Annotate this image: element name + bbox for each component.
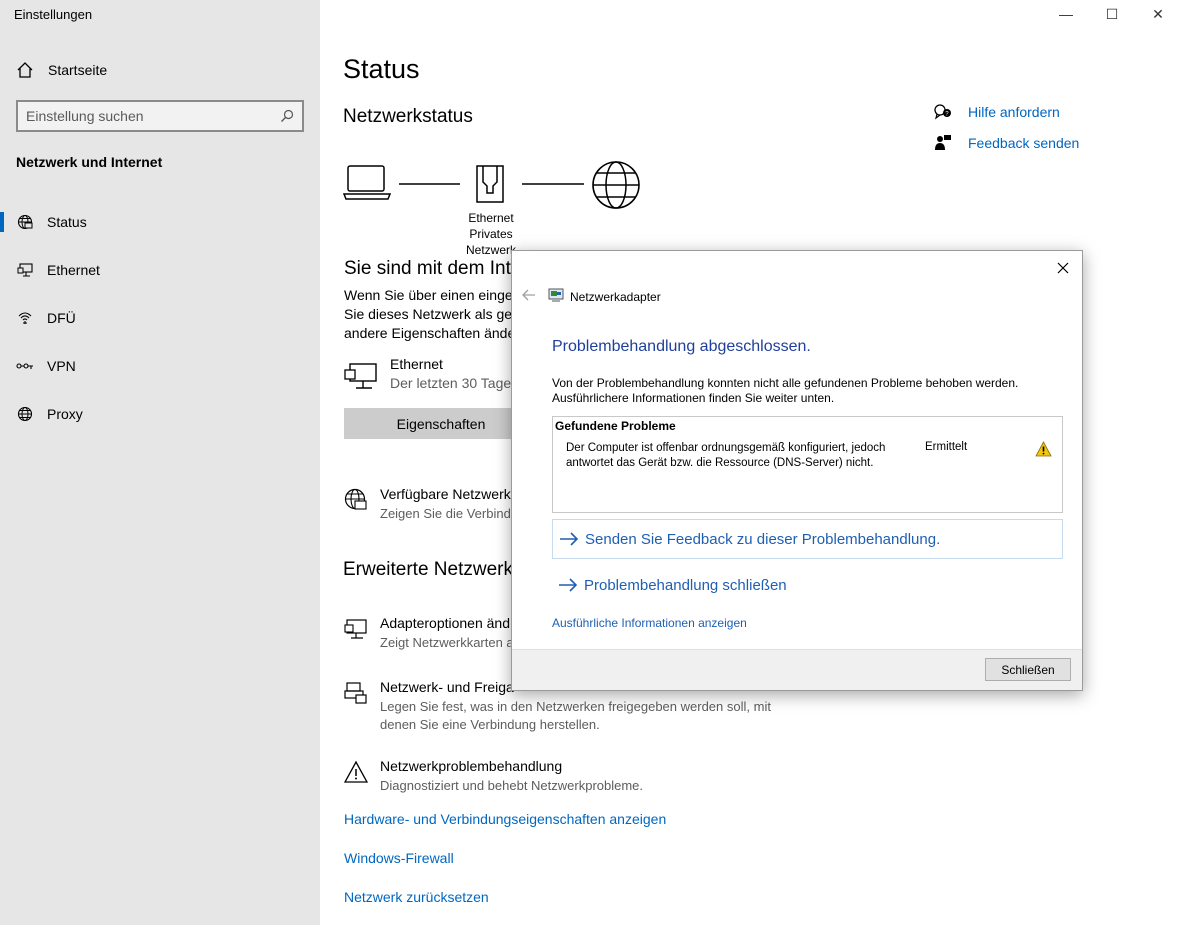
search-input[interactable] (26, 108, 280, 124)
dialog-description: Von der Problembehandlung konnten nicht … (552, 376, 1072, 406)
network-diagram: Ethernet Privates Netzwerk (342, 158, 663, 257)
sidebar-item-label: DFÜ (47, 310, 76, 326)
dialup-icon (18, 312, 31, 324)
ethernet-name: Ethernet (390, 356, 443, 372)
close-icon (1057, 262, 1069, 274)
warning-triangle-icon (343, 760, 369, 783)
dialog-header: Netzwerkadapter (522, 288, 661, 305)
problem-description[interactable]: Der Computer ist offenbar ordnungsgemäß … (566, 441, 916, 471)
sidebar-item-label: Ethernet (47, 262, 100, 278)
network-reset-link[interactable]: Netzwerk zurücksetzen (344, 889, 489, 905)
sharing-printer-icon (344, 682, 367, 704)
feedback-link[interactable]: Feedback senden (934, 127, 1079, 158)
problem-description-line: Der Computer ist offenbar ordnungsgemäß … (566, 442, 886, 454)
ethernet-summary: Ethernet Der letzten 30 Tage (344, 356, 511, 395)
globe-icon (17, 406, 32, 422)
help-chat-icon: ? (934, 103, 951, 119)
sidebar-item-label: VPN (47, 358, 76, 374)
dialog-header-label: Netzwerkadapter (570, 289, 661, 304)
page-title: Status (343, 54, 420, 84)
search-box[interactable] (16, 100, 304, 132)
sharing-center-detail: Legen Sie fest, was in den Netzwerken fr… (380, 698, 771, 734)
home-label: Startseite (48, 62, 108, 78)
adapter-options-item[interactable]: Adapteroptionen änd Zeigt Netzwerkkarten… (344, 615, 514, 652)
adapter-options-detail: Zeigt Netzwerkkarten a (380, 635, 514, 650)
sidebar-item-ethernet[interactable]: Ethernet (0, 250, 320, 290)
troubleshooter-detail: Diagnostiziert und behebt Netzwerkproble… (380, 778, 644, 793)
app-title: Einstellungen (14, 7, 93, 22)
sidebar-item-status[interactable]: Status (0, 202, 320, 242)
troubleshooter-title: Netzwerkproblembehandlung (380, 758, 563, 774)
ethernet-port-icon (476, 165, 504, 203)
detailed-info-link[interactable]: Ausführliche Informationen anzeigen (552, 616, 747, 630)
arrow-right-icon (560, 532, 579, 546)
diagram-network-type: Ethernet (468, 211, 514, 225)
feedback-label: Feedback senden (968, 134, 1080, 151)
ethernet-adapter-icon (344, 363, 377, 389)
network-adapter-icon (548, 288, 564, 302)
dialog-title: Problembehandlung abgeschlossen. (552, 338, 811, 355)
properties-button[interactable]: Eigenschaften (344, 408, 538, 439)
dialog-close-button[interactable] (1052, 257, 1074, 279)
send-feedback-link[interactable]: Senden Sie Feedback zu dieser Problembeh… (552, 519, 1063, 559)
adapter-options-title: Adapteroptionen änd (380, 615, 510, 631)
close-window-button[interactable]: ✕ (1135, 0, 1181, 28)
send-feedback-label: Senden Sie Feedback zu dieser Problembeh… (585, 530, 941, 548)
network-status-title: Netzwerkstatus (343, 106, 473, 127)
arrow-right-icon (559, 578, 578, 592)
sidebar-item-home[interactable]: Startseite (16, 58, 107, 82)
sidebar-item-label: Proxy (47, 406, 83, 422)
sidebar-item-label: Status (47, 214, 87, 230)
close-troubleshooter-label: Problembehandlung schließen (584, 576, 787, 594)
dialog-description-line: Ausführlichere Informationen finden Sie … (552, 391, 835, 405)
adapter-monitor-icon (344, 619, 367, 639)
problems-header: Gefundene Probleme (555, 419, 676, 433)
section-title: Netzwerk und Internet (16, 154, 163, 170)
dialog-footer: Schließen (512, 649, 1082, 690)
available-networks-title: Verfügbare Netzwerke (380, 486, 519, 502)
troubleshooter-item[interactable]: Netzwerkproblembehandlung Diagnostiziert… (343, 758, 644, 795)
globe-network-icon (344, 488, 367, 510)
home-icon (17, 62, 33, 78)
advanced-settings-title: Erweiterte Netzwerk (343, 559, 513, 580)
back-arrow-icon (522, 289, 535, 301)
problems-list: Gefundene Probleme Der Computer ist offe… (552, 416, 1063, 513)
dialog-description-line: Von der Problembehandlung konnten nicht … (552, 376, 1019, 390)
available-networks-item[interactable]: Verfügbare Netzwerke Zeigen Sie die Verb… (344, 486, 519, 523)
windows-firewall-link[interactable]: Windows-Firewall (344, 850, 454, 866)
connected-title: Sie sind mit dem Inte (344, 258, 522, 279)
problem-status: Ermittelt (925, 441, 968, 453)
feedback-person-icon (935, 134, 951, 150)
close-troubleshooter-link[interactable]: Problembehandlung schließen (552, 565, 1063, 605)
sharing-detail-line: denen Sie eine Verbindung herstellen. (380, 717, 600, 732)
globe-status-icon (17, 214, 32, 230)
ethernet-icon (17, 263, 33, 277)
back-button[interactable] (522, 289, 548, 304)
ethernet-detail: Der letzten 30 Tage (390, 375, 512, 391)
help-links: ? Hilfe anfordern Feedback senden (934, 96, 1079, 158)
search-icon[interactable] (280, 109, 294, 123)
help-link[interactable]: ? Hilfe anfordern (934, 96, 1079, 127)
internet-globe-icon (592, 161, 640, 209)
window-controls: — ☐ ✕ (1043, 0, 1181, 28)
sidebar-item-dfue[interactable]: DFÜ (0, 298, 320, 338)
hardware-properties-link[interactable]: Hardware- und Verbindungseigenschaften a… (344, 811, 666, 827)
vpn-icon (15, 363, 33, 369)
sidebar-item-proxy[interactable]: Proxy (0, 394, 320, 434)
troubleshooter-dialog: Netzwerkadapter Problembehandlung abgesc… (511, 250, 1083, 691)
sidebar: Einstellungen Startseite Netzwerk und In… (0, 0, 320, 925)
available-networks-detail: Zeigen Sie die Verbindu (380, 506, 519, 521)
warning-icon (1035, 441, 1052, 457)
help-label: Hilfe anfordern (968, 103, 1060, 120)
sidebar-item-vpn[interactable]: VPN (0, 346, 320, 386)
minimize-button[interactable]: — (1043, 0, 1089, 28)
dialog-close-text-button[interactable]: Schließen (985, 658, 1071, 681)
maximize-button[interactable]: ☐ (1089, 0, 1135, 28)
problem-description-line: antwortet das Gerät bzw. die Ressource (… (566, 457, 874, 469)
laptop-icon (342, 165, 392, 200)
sharing-detail-line: Legen Sie fest, was in den Netzwerken fr… (380, 699, 771, 714)
